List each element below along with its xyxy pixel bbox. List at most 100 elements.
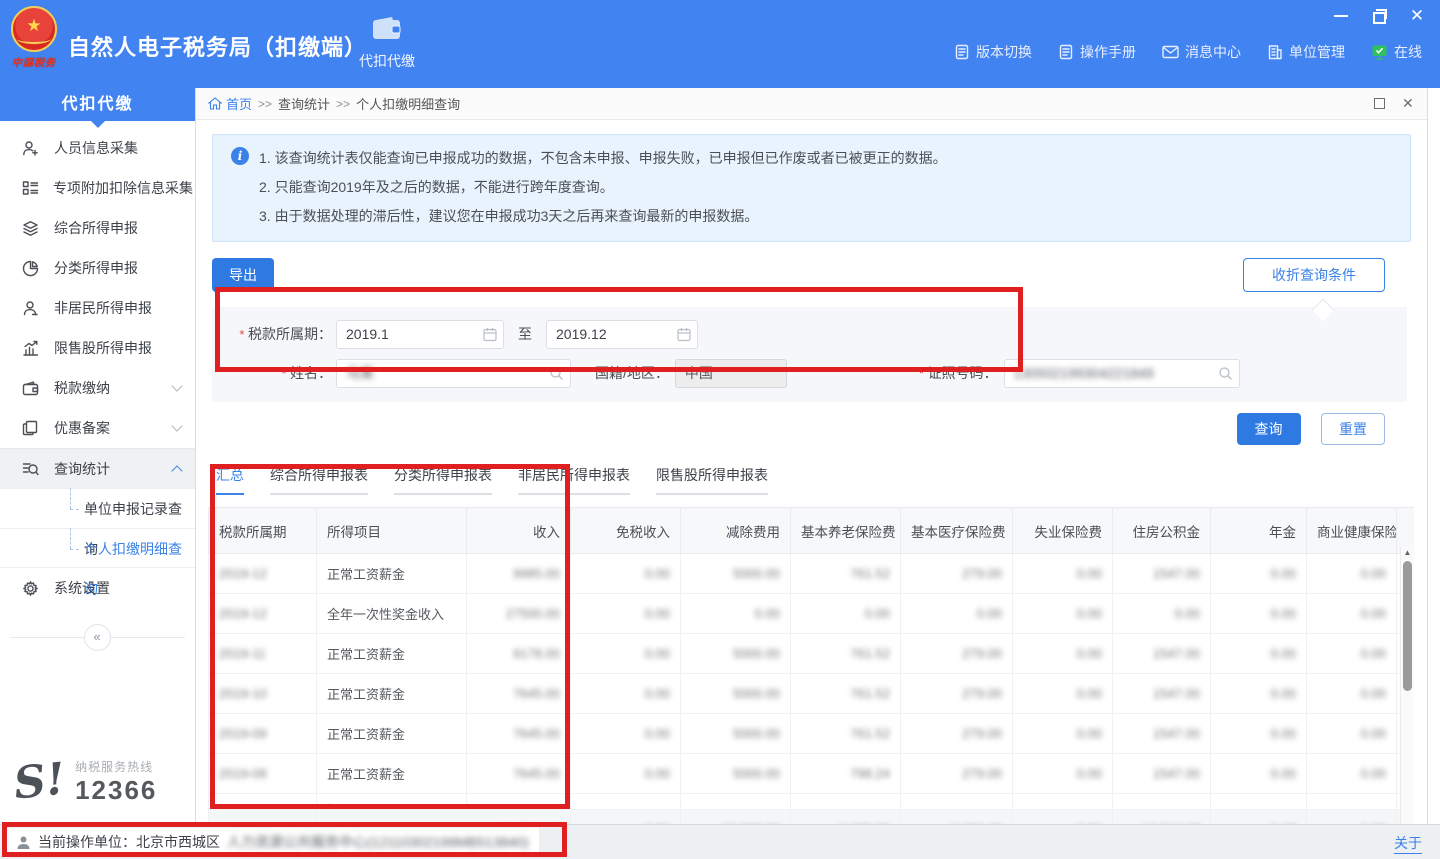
header-action-4[interactable]: 在线: [1371, 42, 1422, 62]
calendar-icon[interactable]: [483, 327, 497, 345]
table-cell: 2019-09: [209, 714, 317, 754]
sidebar-subitem-1[interactable]: 个人扣缴明细查询: [0, 528, 195, 568]
table-cell: 5000.00: [681, 554, 791, 594]
notice-line-0: 1. 该查询统计表仅能查询已申报成功的数据，不包含未申报、申报失败，已申报但已作…: [259, 144, 1396, 173]
result-table: 税款所属期所得项目收入免税收入减除费用基本养老保险费基本医疗保险费失业保险费住房…: [208, 507, 1414, 824]
close-button[interactable]: ✕: [1408, 8, 1426, 24]
table-cell: [681, 794, 791, 810]
column-header: 所得项目: [317, 508, 467, 554]
tab-2[interactable]: 分类所得申报表: [394, 465, 492, 495]
table-cell: 798.24: [791, 754, 901, 794]
sidebar-item-6[interactable]: 税款缴纳: [0, 368, 195, 408]
table-cell: 1547.00: [1113, 554, 1211, 594]
table-row[interactable]: 2019-09正常工资薪金7645.000.005000.00761.52279…: [209, 714, 1415, 754]
vertical-scroll-thumb[interactable]: [1403, 561, 1412, 691]
sidebar-submenu: 单位申报记录查询个人扣缴明细查询: [0, 488, 195, 568]
search-icon[interactable]: [549, 366, 564, 384]
tab-4[interactable]: 限售股所得申报表: [656, 465, 768, 495]
sidebar-item-8[interactable]: 查询统计: [0, 448, 195, 488]
tab-3[interactable]: 非居民所得申报表: [518, 465, 630, 495]
top-header: ★ 中国税务 自然人电子税务局（扣缴端） 代扣代缴 版本切换操作手册消息中心单位…: [0, 0, 1440, 88]
home-icon: [208, 97, 222, 110]
search-icon[interactable]: [1218, 366, 1233, 384]
sidebar-item-4[interactable]: 非居民所得申报: [0, 288, 195, 328]
notice-line-2: 3. 由于数据处理的滞后性，建议您在申报成功3天之后再来查询最新的申报数据。: [259, 202, 1396, 231]
panel-maximize-icon[interactable]: [1373, 97, 1386, 110]
module-tab-daikou-daijiao[interactable]: 代扣代缴: [348, 12, 426, 82]
doc-icon: [1058, 44, 1074, 60]
table-cell: 279.00: [901, 634, 1013, 674]
building-icon: [1267, 44, 1283, 60]
column-header: 减除费用: [681, 508, 791, 554]
sidebar-collapse-button[interactable]: «: [84, 624, 111, 651]
header-action-0[interactable]: 版本切换: [954, 42, 1032, 62]
sidebar-item-7[interactable]: 优惠备案: [0, 408, 195, 448]
sidebar-item-3[interactable]: 分类所得申报: [0, 248, 195, 288]
table-cell: 0.00: [1013, 594, 1113, 634]
tab-1[interactable]: 综合所得申报表: [270, 465, 368, 495]
header-action-3[interactable]: 单位管理: [1267, 42, 1345, 62]
tab-0[interactable]: 汇总: [216, 465, 244, 495]
about-link[interactable]: 关于: [1394, 833, 1422, 854]
query-actions: 查询 重置: [208, 413, 1411, 445]
search-button[interactable]: 查询: [1237, 413, 1301, 445]
table-cell: 5000.00: [681, 754, 791, 794]
table-row[interactable]: 2019-10正常工资薪金7645.000.005000.00761.52279…: [209, 674, 1415, 714]
sidebar-menu: 人员信息采集专项附加扣除信息采集综合所得申报分类所得申报非居民所得申报限售股所得…: [0, 128, 195, 608]
table-row-partial: ..: [209, 794, 1415, 810]
period-to-input[interactable]: 2019.12: [546, 320, 698, 349]
module-tab-label: 代扣代缴: [348, 51, 426, 71]
breadcrumb-item-current: 个人扣缴明细查询: [356, 94, 460, 113]
id-number-input[interactable]: 130502199304221849: [1004, 359, 1240, 388]
table-cell: 0.00: [1013, 754, 1113, 794]
header-action-label: 在线: [1394, 42, 1422, 62]
current-unit-masked: 人力资源公共服务中心(12110302199MB513840): [227, 832, 529, 852]
sidebar-item-label: 税款缴纳: [54, 378, 173, 398]
breadcrumb-item[interactable]: 查询统计: [278, 94, 330, 113]
table-cell: [1113, 794, 1211, 810]
table-cell: --: [209, 810, 317, 825]
table-cell: 761.52: [791, 634, 901, 674]
sidebar-subitem-0[interactable]: 单位申报记录查询: [0, 488, 195, 528]
minimize-button[interactable]: [1332, 8, 1350, 24]
table-cell: 0.00: [1013, 674, 1113, 714]
vertical-scrollbar[interactable]: ▲ ▼: [1400, 547, 1414, 824]
logo-caption: 中国税务: [8, 54, 60, 69]
table-cell: 0.00: [1307, 754, 1397, 794]
table-cell: 5000.00: [681, 634, 791, 674]
table-cell: 0.00: [1013, 810, 1113, 825]
table-row[interactable]: 2019-08正常工资薪金7645.000.005000.00798.24279…: [209, 754, 1415, 794]
period-from-input[interactable]: 2019.1: [336, 320, 504, 349]
sidebar-item-9[interactable]: 系统设置: [0, 568, 195, 608]
panel-close-icon[interactable]: ✕: [1402, 97, 1415, 110]
table-cell: 0.00: [791, 594, 901, 634]
name-input[interactable]: 马某: [336, 359, 571, 388]
sidebar-item-2[interactable]: 综合所得申报: [0, 208, 195, 248]
scroll-up-icon[interactable]: ▲: [1401, 547, 1414, 559]
table-cell: [791, 794, 901, 810]
pie-icon: [22, 260, 40, 277]
mail-icon: [1162, 45, 1179, 59]
header-action-2[interactable]: 消息中心: [1162, 42, 1241, 62]
header-action-1[interactable]: 操作手册: [1058, 42, 1136, 62]
panel-header: 首页 >> 查询统计 >> 个人扣缴明细查询 ✕: [196, 88, 1427, 120]
table-row[interactable]: 2019-12正常工资薪金9985.000.005000.00761.52279…: [209, 554, 1415, 594]
hotline-caption: 纳税服务热线: [75, 758, 157, 775]
table-row[interactable]: 2019-11正常工资薪金9178.000.005000.00761.52279…: [209, 634, 1415, 674]
table-cell: 2019-12: [209, 594, 317, 634]
reset-button[interactable]: 重置: [1321, 413, 1385, 445]
table-cell: 0.00: [1307, 554, 1397, 594]
sidebar: 代扣代缴 人员信息采集专项附加扣除信息采集综合所得申报分类所得申报非居民所得申报…: [0, 88, 196, 824]
restore-button[interactable]: [1370, 8, 1388, 24]
table-row[interactable]: 2019-12全年一次性奖金收入27500.000.000.000.000.00…: [209, 594, 1415, 634]
fold-query-button[interactable]: 收折查询条件: [1243, 258, 1385, 292]
table-cell: 0.00: [1013, 634, 1113, 674]
sidebar-item-5[interactable]: 限售股所得申报: [0, 328, 195, 368]
sidebar-item-1[interactable]: 专项附加扣除信息采集: [0, 168, 195, 208]
breadcrumb-home[interactable]: 首页: [208, 94, 252, 113]
current-unit-label: 当前操作单位：北京市西城区: [38, 832, 220, 852]
table-cell: 7645.00: [467, 674, 571, 714]
export-button[interactable]: 导出: [212, 258, 274, 292]
sidebar-item-0[interactable]: 人员信息采集: [0, 128, 195, 168]
calendar-icon[interactable]: [677, 327, 691, 345]
